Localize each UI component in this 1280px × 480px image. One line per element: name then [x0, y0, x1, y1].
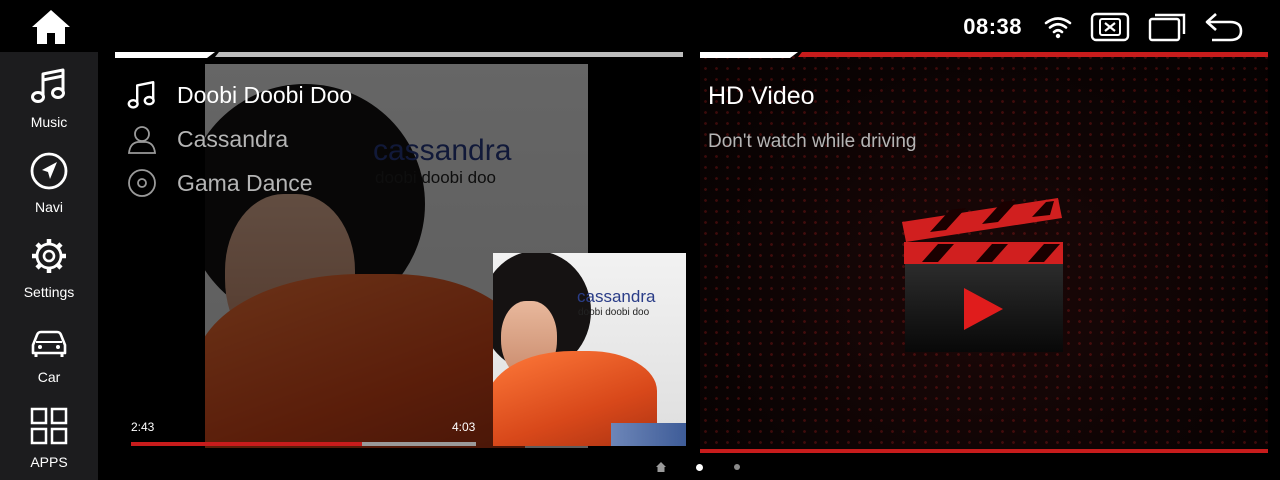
home-icon [32, 10, 70, 44]
album-cover: cassandra doobi doobi doo [493, 253, 686, 446]
track-title-row: Doobi Doobi Doo [125, 77, 352, 113]
elapsed-time: 2:43 [131, 420, 155, 434]
sidebar-item-apps[interactable]: APPS [0, 392, 98, 472]
navigation-icon [29, 151, 69, 191]
sidebar-item-navi[interactable]: Navi [0, 137, 98, 217]
sidebar-item-label: APPS [30, 454, 68, 470]
home-button[interactable] [30, 8, 72, 46]
top-bar: 08:38 [0, 0, 1280, 52]
sidebar-item-label: Settings [23, 284, 75, 300]
clock: 08:38 [963, 14, 1022, 39]
total-duration: 4:03 [452, 420, 476, 434]
sidebar-item-label: Car [37, 369, 61, 385]
wifi-icon [1044, 15, 1072, 39]
artist-row: Cassandra [125, 121, 288, 157]
music-note-icon [125, 78, 159, 112]
recent-apps-icon [1148, 13, 1186, 42]
video-title: HD Video [708, 82, 815, 110]
sidebar-item-car[interactable]: Car [0, 307, 98, 387]
apps-grid-icon [29, 406, 69, 446]
close-window-button[interactable] [1090, 12, 1130, 42]
card-top-accent [115, 52, 683, 58]
background-art-title: cassandra [373, 134, 512, 167]
recent-apps-button[interactable] [1148, 12, 1186, 42]
card-top-accent [700, 52, 1268, 58]
background-art-subtitle: doobi doobi doo [375, 168, 497, 187]
status-area: 08:38 [963, 8, 1244, 46]
music-widget[interactable]: cassandra doobi doobi doo Doobi Doobi Do… [115, 52, 687, 448]
music-note-icon [29, 66, 69, 106]
disc-icon [125, 166, 159, 200]
cover-art-subtitle: doobi doobi doo [578, 307, 650, 318]
driving-warning: Don't watch while driving [708, 131, 917, 152]
back-button[interactable] [1204, 11, 1244, 43]
page-dot[interactable] [734, 464, 740, 470]
sidebar-item-label: Music [30, 114, 68, 130]
page-dot[interactable] [696, 463, 703, 471]
home-page-icon[interactable] [655, 461, 667, 473]
album-row: Gama Dance [125, 165, 313, 201]
video-widget[interactable]: HD Video Don't watch while driving [700, 52, 1268, 453]
sidebar-item-music[interactable]: Music [0, 52, 98, 132]
sidebar-item-label: Navi [34, 199, 63, 215]
artist-name: Cassandra [177, 125, 289, 152]
progress-bar[interactable] [131, 442, 476, 446]
page-indicator [655, 460, 740, 474]
album-name: Gama Dance [177, 169, 313, 196]
cover-art-title: cassandra [577, 287, 656, 306]
track-title: Doobi Doobi Doo [177, 81, 353, 108]
sidebar-item-settings[interactable]: Settings [0, 222, 98, 302]
car-icon [29, 321, 69, 361]
sidebar: Music Navi Settings Car APPS [0, 52, 98, 480]
progress-fill [131, 442, 363, 446]
card-bottom-accent [700, 449, 1268, 453]
back-icon [1205, 13, 1243, 42]
close-window-icon [1090, 12, 1130, 42]
clapperboard-icon [902, 198, 1063, 352]
person-icon [125, 122, 159, 156]
gear-icon [29, 236, 69, 276]
